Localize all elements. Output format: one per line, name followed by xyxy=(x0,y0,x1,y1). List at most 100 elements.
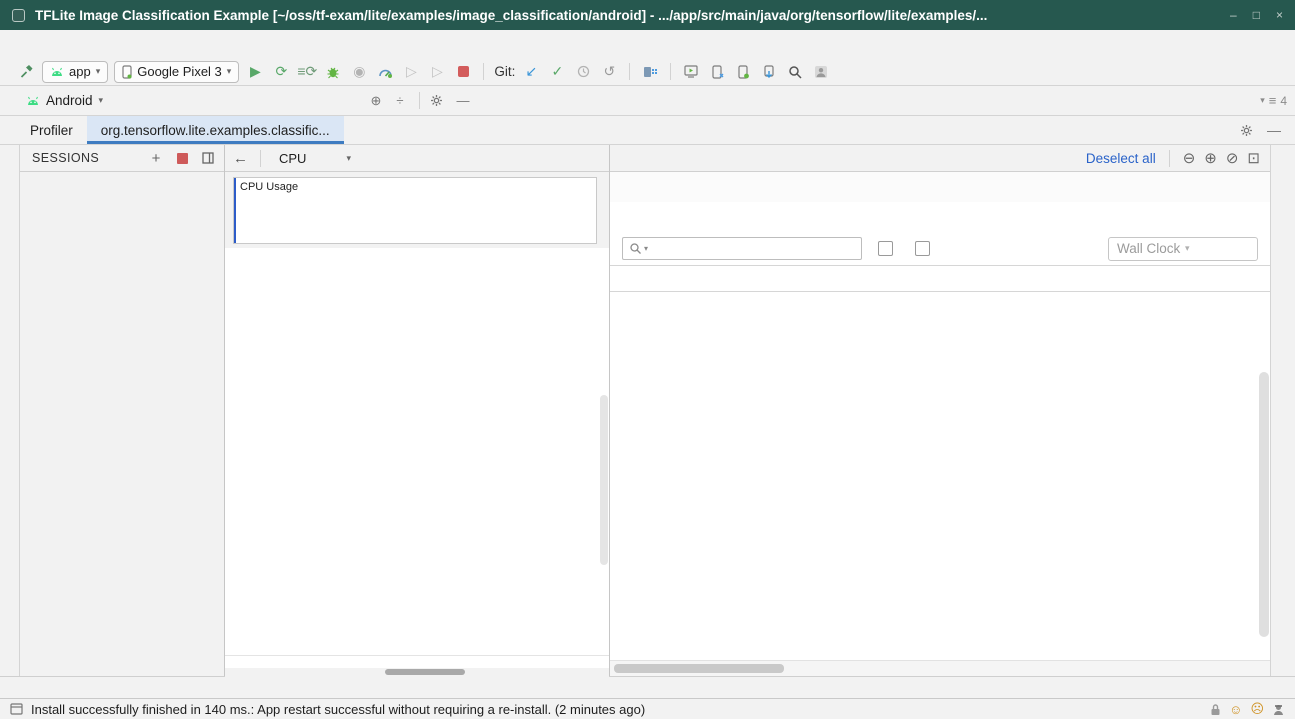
locate-file-icon[interactable]: ⊕ xyxy=(367,93,385,109)
close-button[interactable]: × xyxy=(1276,8,1283,22)
clock-type-value: Wall Clock Time xyxy=(1117,241,1181,256)
profiler-session-tab[interactable]: org.tensorflow.lite.examples.classific..… xyxy=(87,116,344,144)
cpu-panel-header: ← CPU ▾ xyxy=(225,145,609,172)
sad-feedback-icon[interactable]: ☹ xyxy=(1250,701,1264,717)
settings-gear-icon[interactable] xyxy=(430,94,448,107)
happy-feedback-icon[interactable]: ☺ xyxy=(1229,702,1242,717)
hide-tool-window-icon[interactable]: — xyxy=(454,93,472,108)
attach-profiler-button[interactable]: ▷ xyxy=(427,62,447,82)
analysis-subtab-bar xyxy=(610,202,1270,232)
hidden-tabs-count: 4 xyxy=(1280,94,1287,108)
zoom-to-selection-icon[interactable]: ⊡ xyxy=(1247,149,1260,167)
editor-tab-bar xyxy=(480,86,1252,115)
device-select[interactable]: Google Pixel 3▾ xyxy=(114,61,239,83)
run-config-select[interactable]: app▾ xyxy=(42,61,108,83)
running-devices-icon[interactable] xyxy=(681,62,701,82)
run-config-value: app xyxy=(69,64,91,79)
metric-name: CPU xyxy=(279,151,306,166)
collapse-all-icon[interactable]: ÷ xyxy=(391,93,409,108)
deselect-all-link[interactable]: Deselect all xyxy=(1086,151,1156,166)
git-commit-button[interactable]: ✓ xyxy=(547,62,567,82)
device-manager-icon[interactable] xyxy=(707,62,727,82)
toggle-toolwindows-icon[interactable] xyxy=(10,703,23,715)
add-session-icon[interactable]: + xyxy=(148,150,164,166)
filter-row: ▾ Wall Clock Time ▾ xyxy=(610,232,1270,265)
lock-icon[interactable] xyxy=(1210,703,1221,716)
project-structure-icon[interactable] xyxy=(640,62,660,82)
apply-changes-button[interactable]: ⟳ xyxy=(271,62,291,82)
cpu-timeline-panel: ← CPU ▾ CPU Usage xyxy=(225,145,610,676)
navigation-row: Android ▾ ⊕ ÷ — ▾≡4 xyxy=(0,86,1295,116)
status-message[interactable]: Install successfully finished in 140 ms.… xyxy=(31,702,1194,717)
profile-button[interactable]: ◉ xyxy=(349,62,369,82)
window-controls: – □ × xyxy=(1230,8,1283,22)
profile-avatar-icon[interactable] xyxy=(811,62,831,82)
git-update-button[interactable]: ↙ xyxy=(521,62,541,82)
git-label: Git: xyxy=(494,64,515,79)
profiler-minimize-icon[interactable]: — xyxy=(1267,122,1281,138)
main-toolbar: app▾ Google Pixel 3▾ ▶ ⟳ ≡⟳ ◉ ▷ ▷ Git: ↙… xyxy=(0,58,1295,86)
tab-overflow-control[interactable]: ▾≡4 xyxy=(1252,86,1295,115)
android-studio-window: TFLite Image Classification Example [~/o… xyxy=(0,0,1295,719)
regex-checkbox[interactable] xyxy=(915,241,936,256)
cpu-usage-label: CPU Usage xyxy=(240,181,298,193)
zoom-out-icon[interactable]: ⊖ xyxy=(1183,149,1196,167)
apply-code-changes-button[interactable]: ≡⟳ xyxy=(297,62,317,82)
filter-search-input[interactable] xyxy=(650,241,855,256)
back-arrow-icon[interactable]: ← xyxy=(233,150,248,167)
selection-controls-row: Deselect all ⊖ ⊕ ⊘ ⊡ xyxy=(610,145,1270,172)
end-session-icon[interactable] xyxy=(200,150,216,166)
profiler-metric-select[interactable]: CPU ▾ xyxy=(273,151,357,166)
profiler-settings-gear-icon[interactable] xyxy=(1240,124,1253,137)
cpu-usage-area xyxy=(234,209,596,243)
tool-window-bar xyxy=(0,676,1295,698)
match-case-checkbox[interactable] xyxy=(878,241,899,256)
left-tool-window-strip xyxy=(0,145,20,676)
app-icon xyxy=(12,9,25,22)
selection-line[interactable] xyxy=(234,178,236,243)
search-everywhere-icon[interactable] xyxy=(785,62,805,82)
analysis-panel: Deselect all ⊖ ⊕ ⊘ ⊡ ▾ Wall Clock T xyxy=(610,145,1270,676)
thread-time-axis xyxy=(225,655,609,668)
search-options-chevron-icon[interactable]: ▾ xyxy=(644,244,648,253)
main-content: SESSIONS + ← CPU ▾ CPU Usage xyxy=(0,145,1295,676)
profiler-button[interactable] xyxy=(375,62,395,82)
rollback-button[interactable]: ↺ xyxy=(599,62,619,82)
table-vertical-scrollbar[interactable] xyxy=(1259,372,1269,637)
window-title: TFLite Image Classification Example [~/o… xyxy=(35,8,1220,23)
menu-bar xyxy=(0,30,1295,58)
stop-session-icon[interactable] xyxy=(174,150,190,166)
avd-manager-icon[interactable] xyxy=(733,62,753,82)
gradle-status-icon[interactable] xyxy=(1272,703,1285,716)
debug-button[interactable] xyxy=(323,62,343,82)
right-tool-window-strip xyxy=(1270,145,1295,676)
thread-list xyxy=(225,248,609,655)
sessions-header: SESSIONS + xyxy=(20,145,224,172)
title-bar: TFLite Image Classification Example [~/o… xyxy=(0,0,1295,30)
build-hammer-icon[interactable] xyxy=(16,62,36,82)
profiler-tab-row: Profiler org.tensorflow.lite.examples.cl… xyxy=(0,116,1295,145)
history-button[interactable] xyxy=(573,62,593,82)
phone-icon xyxy=(122,65,132,79)
android-icon xyxy=(26,96,40,106)
zoom-in-icon[interactable]: ⊕ xyxy=(1204,149,1217,167)
sdk-manager-icon[interactable] xyxy=(759,62,779,82)
table-header xyxy=(610,265,1270,292)
android-icon xyxy=(50,67,64,77)
project-view-selector[interactable]: Android xyxy=(46,93,93,108)
attach-debugger-button[interactable]: ▷ xyxy=(401,62,421,82)
cpu-usage-chart[interactable]: CPU Usage xyxy=(233,177,597,244)
table-horizontal-scrollbar[interactable] xyxy=(610,660,1270,676)
profiler-window-label: Profiler xyxy=(0,116,87,144)
maximize-button[interactable]: □ xyxy=(1253,8,1260,22)
project-tool-window-header: Android ▾ ⊕ ÷ — xyxy=(0,86,480,115)
analysis-tab-bar xyxy=(610,172,1270,202)
search-box[interactable]: ▾ xyxy=(622,237,862,260)
cpu-horizontal-scrollbar[interactable] xyxy=(225,668,609,677)
clock-type-select[interactable]: Wall Clock Time ▾ xyxy=(1108,237,1258,261)
stop-button[interactable] xyxy=(453,62,473,82)
cpu-vertical-scrollbar[interactable] xyxy=(600,395,608,565)
run-button[interactable]: ▶ xyxy=(245,62,265,82)
minimize-button[interactable]: – xyxy=(1230,8,1237,22)
reset-zoom-icon[interactable]: ⊘ xyxy=(1226,149,1239,167)
